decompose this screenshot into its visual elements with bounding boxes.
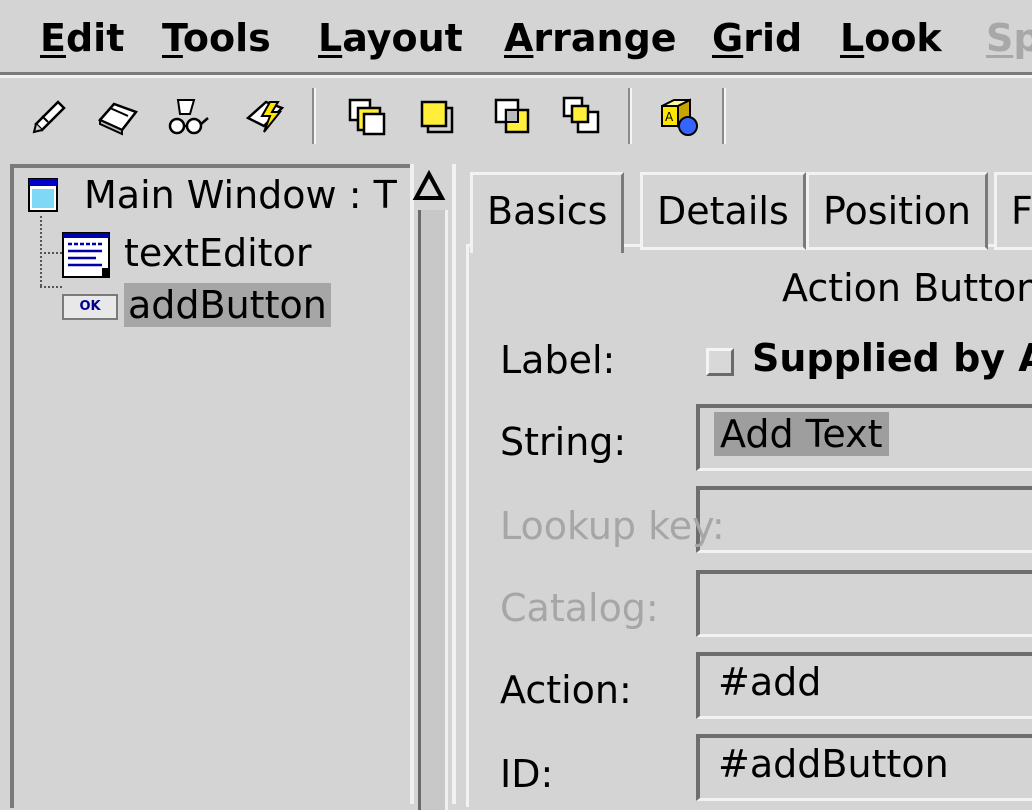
menu-sp-mnemonic: S	[986, 16, 1014, 60]
tree-item-add-button[interactable]: addButton	[124, 282, 331, 328]
action-button-icon-text: OK	[79, 299, 101, 314]
menu-grid-label: rid	[743, 16, 803, 60]
tab-basics-label: Basics	[487, 189, 608, 233]
label-field-label: Label:	[500, 338, 615, 382]
menu-sp-disabled[interactable]: Sp	[986, 16, 1032, 60]
tab-f-label: F	[1011, 189, 1032, 233]
shapes-icon[interactable]: A	[656, 94, 700, 138]
tree-connector-h2	[40, 286, 62, 288]
bring-forward-icon[interactable]	[344, 94, 388, 138]
toolbar-separator-2	[628, 88, 632, 144]
menu-look[interactable]: Look	[840, 16, 942, 60]
lookup-key-input[interactable]	[696, 486, 1032, 553]
lookup-key-label-text: Lookup key:	[500, 504, 725, 548]
menu-layout-mnemonic: L	[318, 16, 343, 60]
section-title: Action Button	[782, 266, 1032, 310]
id-field-label-text: ID:	[500, 752, 554, 796]
supplied-by-label-text: Supplied by A	[752, 336, 1032, 380]
bring-to-front-icon[interactable]	[414, 94, 458, 138]
action-button-icon: OK	[62, 294, 118, 320]
menu-edit-label: dit	[65, 16, 125, 60]
string-field-label-text: String:	[500, 420, 627, 464]
tree-item-add-button-label: addButton	[124, 283, 331, 327]
menu-tools-label: ools	[182, 16, 271, 60]
tree-item-text-editor[interactable]: textEditor	[124, 230, 311, 276]
lookup-key-label: Lookup key:	[500, 504, 725, 548]
menu-layout-label: ayout	[342, 16, 463, 60]
id-input-value-text: #addButton	[718, 742, 949, 786]
send-to-back-icon[interactable]	[560, 94, 604, 138]
scroll-up-arrow-icon[interactable]	[412, 169, 446, 204]
tab-details[interactable]: Details	[640, 172, 806, 250]
id-field-label: ID:	[500, 752, 553, 796]
menu-look-mnemonic: L	[840, 16, 865, 60]
svg-text:A: A	[665, 110, 674, 124]
action-field-label-text: Action:	[500, 668, 632, 712]
action-input-value-text: #add	[718, 660, 822, 704]
menu-layout[interactable]: Layout	[318, 16, 463, 60]
tab-details-label: Details	[657, 189, 789, 233]
menu-edit[interactable]: Edit	[40, 16, 124, 60]
toolbar-separator-1	[312, 88, 316, 144]
scrollbar-track[interactable]	[418, 210, 448, 810]
menu-sp-label: p	[1013, 16, 1032, 60]
label-field-label-text: Label:	[500, 338, 616, 382]
action-input-value: #add	[712, 660, 827, 704]
text-editor-icon	[62, 232, 114, 280]
menu-edit-mnemonic: E	[40, 16, 66, 60]
menu-grid-mnemonic: G	[712, 16, 744, 60]
action-field-label: Action:	[500, 668, 632, 712]
toolbar-separator-3	[722, 88, 726, 144]
tab-position-label: Position	[823, 189, 971, 233]
tab-f[interactable]: F	[994, 172, 1032, 250]
supplied-by-checkbox[interactable]	[706, 348, 734, 376]
string-input-value-text: Add Text	[720, 412, 883, 456]
id-input-value: #addButton	[712, 742, 955, 786]
window-icon	[28, 178, 58, 212]
string-input-value: Add Text	[714, 412, 889, 456]
catalog-label: Catalog:	[500, 586, 659, 630]
section-title-text: Action Button	[782, 266, 1032, 310]
lightning-icon[interactable]	[244, 94, 288, 138]
string-field-label: String:	[500, 420, 626, 464]
menu-grid[interactable]: Grid	[712, 16, 802, 60]
check-pencil-icon[interactable]	[28, 94, 72, 138]
menu-arrange-label: rrange	[533, 16, 677, 60]
tree-root-label: Main Window : T	[84, 173, 397, 217]
catalog-label-text: Catalog:	[500, 586, 659, 630]
glasses-icon[interactable]	[166, 94, 210, 138]
tab-basics[interactable]: Basics	[470, 172, 625, 253]
menu-look-label: ook	[864, 16, 942, 60]
menu-arrange-mnemonic: A	[504, 16, 534, 60]
menu-tools-mnemonic: T	[162, 16, 183, 60]
tree-root-main-window[interactable]: Main Window : T	[84, 172, 397, 218]
supplied-by-label: Supplied by A	[752, 336, 1032, 380]
tree-connector-vertical	[40, 216, 42, 286]
menu-tools[interactable]: Tools	[162, 16, 271, 60]
send-backward-icon[interactable]	[490, 94, 534, 138]
eraser-icon[interactable]	[96, 94, 140, 138]
menu-arrange[interactable]: Arrange	[504, 16, 677, 60]
tree-connector-h1	[40, 252, 62, 254]
catalog-input[interactable]	[696, 570, 1032, 637]
tab-position[interactable]: Position	[806, 172, 988, 250]
tree-item-text-editor-label: textEditor	[124, 231, 312, 275]
